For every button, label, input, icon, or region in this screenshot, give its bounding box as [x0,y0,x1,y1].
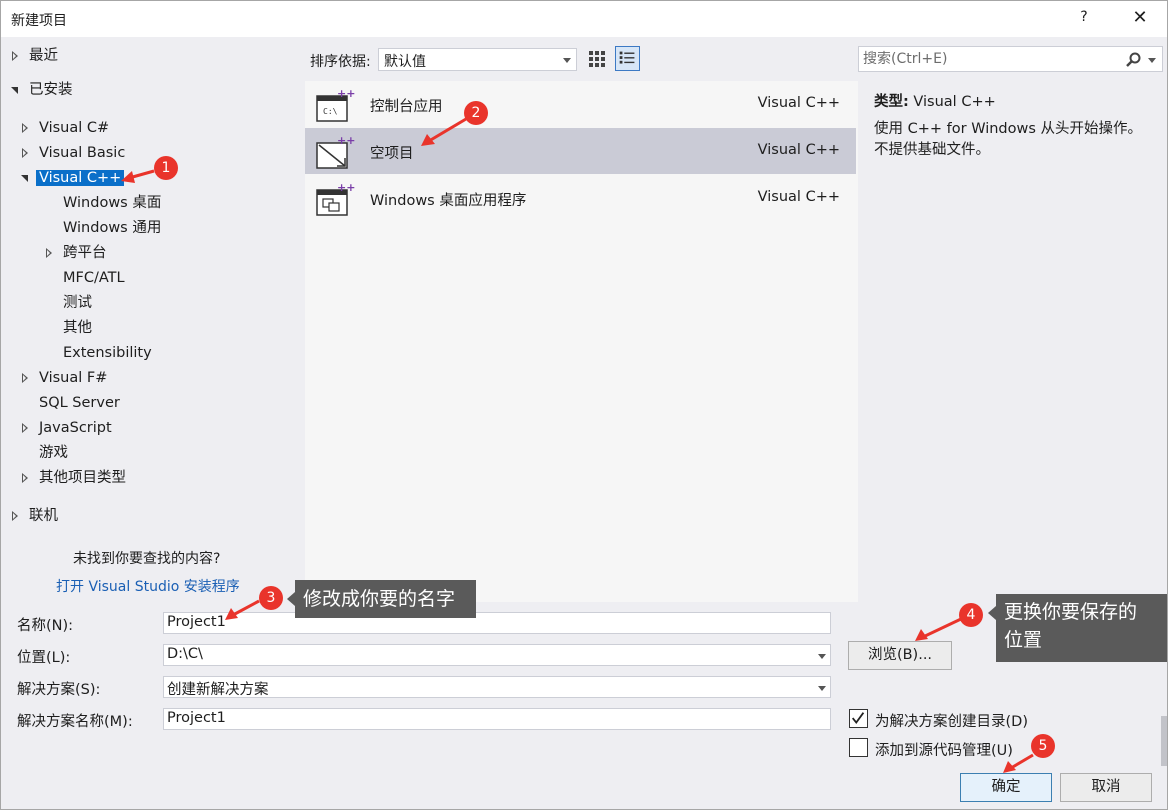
callout-location: 更换你要保存的 位置 [996,594,1167,662]
callout-pointer [287,592,295,606]
annotation-badge-3: 3 [259,586,283,610]
callout-pointer [988,606,996,620]
annotation-badge-5: 5 [1031,734,1055,758]
annotation-arrows [121,117,1034,773]
annotation-badge-2: 2 [464,101,488,125]
new-project-dialog: 新建项目 ? ✕ 最近 已安装 Visual C# Visual Basic V… [0,0,1168,810]
annotation-badge-1: 1 [154,156,178,180]
annotation-badge-4: 4 [959,603,983,627]
callout-rename: 修改成你要的名字 [295,580,476,618]
